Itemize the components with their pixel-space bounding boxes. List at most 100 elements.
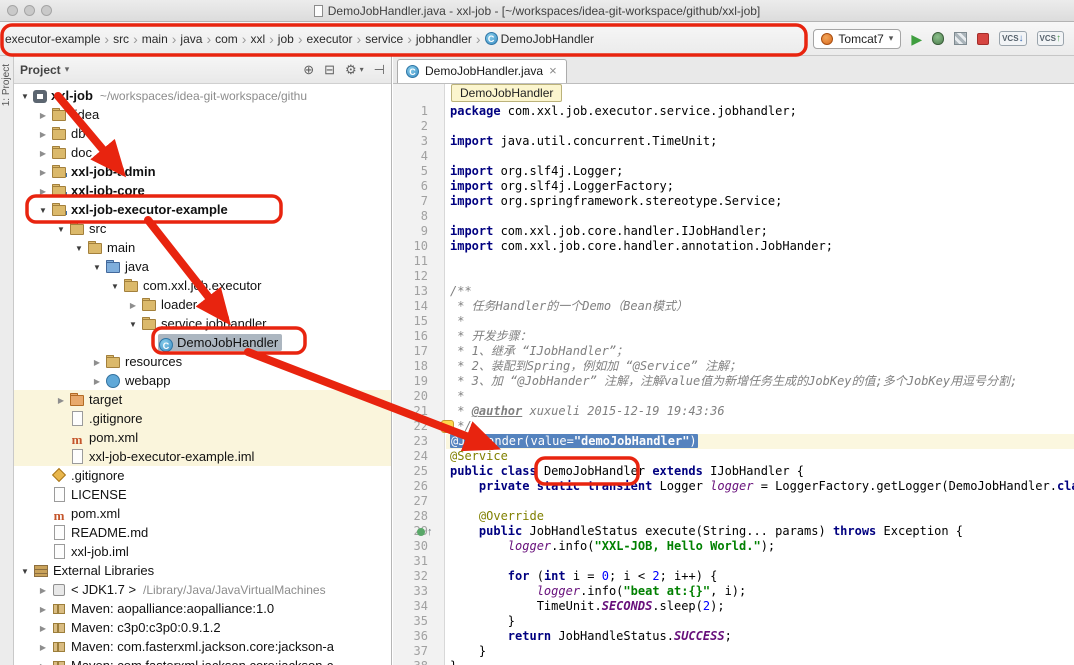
coverage-button[interactable] (954, 32, 967, 45)
tab-demojobhandler[interactable]: C DemoJobHandler.java × (397, 59, 567, 83)
tree-item-xxl-job-core[interactable]: ▶xxl-job-core (14, 181, 391, 200)
minimize-window-icon[interactable] (24, 5, 35, 16)
expand-arrow-icon[interactable]: ▶ (90, 353, 104, 371)
project-tool-tab[interactable]: 1: Project (1, 64, 12, 106)
breadcrumb-item-service[interactable]: service (365, 32, 403, 46)
tree-item-maven-com-fasterxml-jackson-core-jackson-c[interactable]: ▶Maven: com.fasterxml.jackson.core:jacks… (14, 656, 391, 665)
line-number: 10 (393, 239, 444, 254)
expand-arrow-icon[interactable]: ▶ (90, 372, 104, 390)
breadcrumb-item-executor-example[interactable]: executor-example (5, 32, 100, 46)
tree-item-maven-c3p0-c3p0-0-9-1-2[interactable]: ▶Maven: c3p0:c3p0:0.9.1.2 (14, 618, 391, 637)
tree-item-maven-com-fasterxml-jackson-core-jackson-a[interactable]: ▶Maven: com.fasterxml.jackson.core:jacks… (14, 637, 391, 656)
expand-arrow-icon[interactable]: ▶ (36, 619, 50, 637)
tree-item-jdk1-7[interactable]: ▶< JDK1.7 >/Library/Java/JavaVirtualMach… (14, 580, 391, 599)
expand-arrow-icon[interactable]: ▶ (36, 638, 50, 656)
breadcrumb-item-job[interactable]: job (278, 32, 294, 46)
debug-button[interactable] (932, 32, 944, 45)
code-line-3: import java.util.concurrent.TimeUnit; (450, 134, 1074, 149)
collapse-all-icon[interactable]: ⊟ (324, 62, 335, 78)
tree-item-license[interactable]: LICENSE (14, 485, 391, 504)
close-tab-icon[interactable]: × (549, 66, 557, 76)
tree-item-label: README.md (71, 525, 148, 540)
tree-item-xxl-job[interactable]: ▼xxl-job~/workspaces/idea-git-workspace/… (14, 86, 391, 105)
breadcrumb-item-jobhandler[interactable]: jobhandler (416, 32, 472, 46)
tree-item-java[interactable]: ▼java (14, 257, 391, 276)
tree-item-xxl-job-iml[interactable]: xxl-job.iml (14, 542, 391, 561)
hide-panel-icon[interactable]: ⊣ (374, 62, 385, 78)
tree-item-label: main (107, 240, 135, 255)
collapse-arrow-icon[interactable]: ▼ (18, 562, 32, 580)
tree-item-demojobhandler[interactable]: CDemoJobHandler (14, 333, 391, 352)
breadcrumb-item-main[interactable]: main (142, 32, 168, 46)
expand-arrow-icon[interactable]: ▶ (36, 657, 50, 665)
breadcrumb-item-src[interactable]: src (113, 32, 129, 46)
code-line-32: for (int i = 0; i < 2; i++) { (450, 569, 1074, 584)
expand-arrow-icon[interactable]: ▶ (36, 581, 50, 599)
tree-item-target[interactable]: ▶target (14, 390, 391, 409)
tree-item-com-xxl-job-executor[interactable]: ▼com.xxl.job.executor (14, 276, 391, 295)
line-number: 4 (393, 149, 444, 164)
line-number: 31 (393, 554, 444, 569)
breadcrumb-item-java[interactable]: java (180, 32, 202, 46)
tree-item-pom-xml[interactable]: mpom.xml (14, 428, 391, 447)
intention-bulb-icon[interactable] (441, 420, 454, 433)
collapse-arrow-icon[interactable]: ▼ (108, 277, 122, 295)
tree-item-idea[interactable]: ▶.idea (14, 105, 391, 124)
expand-arrow-icon[interactable]: ▶ (54, 391, 68, 409)
collapse-arrow-icon[interactable]: ▼ (54, 220, 68, 238)
chevron-right-icon: › (297, 31, 304, 47)
tree-item-pom-xml[interactable]: mpom.xml (14, 504, 391, 523)
locate-file-icon[interactable]: ⊕ (303, 62, 314, 78)
tree-item-service-jobhandler[interactable]: ▼service.jobhandler (14, 314, 391, 333)
run-button[interactable]: ▶ (911, 32, 922, 46)
stop-button[interactable] (977, 33, 989, 45)
tree-item-doc[interactable]: ▶doc (14, 143, 391, 162)
editor-breadcrumb-chip[interactable]: DemoJobHandler (451, 84, 562, 102)
override-marker-icon[interactable]: ↑ (417, 526, 433, 538)
expand-arrow-icon[interactable]: ▶ (126, 296, 140, 314)
chevron-right-icon: › (406, 31, 413, 47)
vcs-update-button[interactable]: VCS↓ (999, 31, 1026, 46)
expand-arrow-icon[interactable]: ▶ (36, 182, 50, 200)
expand-arrow-icon[interactable]: ▶ (36, 106, 50, 124)
collapse-arrow-icon[interactable]: ▼ (90, 258, 104, 276)
collapse-arrow-icon[interactable]: ▼ (36, 201, 50, 219)
close-window-icon[interactable] (7, 5, 18, 16)
tree-item-main[interactable]: ▼ main (14, 238, 391, 257)
code-area[interactable]: package com.xxl.job.executor.service.job… (450, 104, 1074, 665)
tree-item-gitignore[interactable]: .gitignore (14, 409, 391, 428)
tree-item-gitignore[interactable]: .gitignore (14, 466, 391, 485)
zoom-window-icon[interactable] (41, 5, 52, 16)
run-config-select[interactable]: Tomcat7 ▾ (813, 29, 901, 49)
expand-arrow-icon[interactable]: ▶ (36, 600, 50, 618)
breadcrumb-item-xxl[interactable]: xxl (250, 32, 265, 46)
window-controls[interactable] (7, 5, 52, 16)
vcs-commit-button[interactable]: VCS↑ (1037, 31, 1064, 46)
tree-item-src[interactable]: ▼src (14, 219, 391, 238)
collapse-arrow-icon[interactable]: ▼ (18, 87, 32, 105)
tree-item-resources[interactable]: ▶resources (14, 352, 391, 371)
tree-item-label: pom.xml (89, 430, 138, 445)
panel-title-dropdown[interactable]: Project ▾ (20, 63, 69, 77)
editor-gutter: 1234567891011121314151617181920212223242… (393, 84, 445, 665)
tree-item-xxl-job-executor-example[interactable]: ▼xxl-job-executor-example (14, 200, 391, 219)
collapse-arrow-icon[interactable]: ▼ (126, 315, 140, 333)
expand-arrow-icon[interactable]: ▶ (36, 125, 50, 143)
breadcrumb-item-executor[interactable]: executor (306, 32, 352, 46)
expand-arrow-icon[interactable]: ▶ (36, 144, 50, 162)
chevron-down-icon: ▾ (65, 64, 70, 75)
panel-settings-icon[interactable]: ⚙ (345, 62, 357, 78)
tree-item-external-libraries[interactable]: ▼External Libraries (14, 561, 391, 580)
expand-arrow-icon[interactable]: ▶ (36, 163, 50, 181)
tree-item-maven-aopalliance-aopalliance-1-0[interactable]: ▶Maven: aopalliance:aopalliance:1.0 (14, 599, 391, 618)
collapse-arrow-icon[interactable]: ▼ (72, 239, 86, 257)
breadcrumb-item-demojobhandler[interactable]: DemoJobHandler (501, 32, 594, 46)
tree-item-loader[interactable]: ▶loader (14, 295, 391, 314)
tree-item-xxl-job-executor-example-iml[interactable]: xxl-job-executor-example.iml (14, 447, 391, 466)
breadcrumb-item-com[interactable]: com (215, 32, 238, 46)
tree-item-db[interactable]: ▶db (14, 124, 391, 143)
tree-item-content: < JDK1.7 >/Library/Java/JavaVirtualMachi… (50, 581, 330, 598)
tree-item-readme-md[interactable]: README.md (14, 523, 391, 542)
tree-item-xxl-job-admin[interactable]: ▶xxl-job-admin (14, 162, 391, 181)
tree-item-webapp[interactable]: ▶webapp (14, 371, 391, 390)
